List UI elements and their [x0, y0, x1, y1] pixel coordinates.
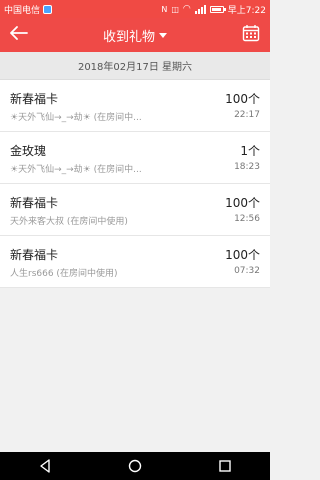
status-bar: 中国电信 N ◫ ◠ 早上7:22 — [0, 0, 270, 18]
date-label: 2018年02月17日 星期六 — [77, 62, 193, 73]
gift-count: 100个 — [225, 92, 260, 106]
nav-back-icon[interactable] — [36, 457, 54, 475]
signal-icon — [194, 4, 206, 14]
sender-label: ☀天外飞仙→_→劫☀ (在房间中... — [10, 113, 142, 123]
list-item[interactable]: 新春福卡 100个 ☀天外飞仙→_→劫☀ (在房间中... 22:17 — [0, 80, 270, 132]
gift-count: 100个 — [225, 248, 260, 262]
gift-name: 新春福卡 — [10, 92, 59, 106]
gift-name: 新春福卡 — [10, 248, 59, 262]
date-bar: 2018年02月17日 星期六 — [0, 52, 270, 80]
gift-list: 新春福卡 100个 ☀天外飞仙→_→劫☀ (在房间中... 22:17 金玫瑰 … — [0, 80, 270, 288]
gift-name: 金玫瑰 — [10, 144, 47, 158]
nfc-icon: N — [161, 4, 168, 14]
list-item[interactable]: 新春福卡 100个 天外来客大叔 (在房间中使用) 12:56 — [0, 184, 270, 236]
gift-time: 18:23 — [234, 162, 260, 172]
title-dropdown[interactable]: 收到礼物 — [103, 26, 167, 45]
nav-home-icon[interactable] — [126, 457, 144, 475]
back-arrow-icon[interactable] — [10, 26, 28, 44]
page-title: 收到礼物 — [102, 29, 155, 45]
list-item[interactable]: 新春福卡 100个 人生rs666 (在房间中使用) 07:32 — [0, 236, 270, 288]
vibrate-icon: ◫ — [171, 4, 179, 14]
chevron-down-icon — [159, 32, 167, 38]
status-left: 中国电信 — [4, 3, 53, 16]
calendar-icon[interactable] — [242, 24, 260, 46]
sender-label: 天外来客大叔 (在房间中使用) — [10, 217, 128, 227]
gift-count: 100个 — [225, 196, 260, 210]
sender-label: 人生rs666 (在房间中使用) — [10, 269, 118, 279]
gift-name: 新春福卡 — [10, 196, 59, 210]
sender-label: ☀天外飞仙→_→劫☀ (在房间中... — [10, 165, 142, 175]
gift-time: 22:17 — [234, 110, 260, 120]
gift-time: 07:32 — [234, 266, 260, 276]
system-nav-bar — [0, 452, 270, 480]
carrier-label: 中国电信 — [4, 5, 41, 16]
status-time: 早上7:22 — [227, 5, 266, 16]
gift-count: 1个 — [240, 144, 260, 158]
gift-time: 12:56 — [234, 214, 260, 224]
list-item[interactable]: 金玫瑰 1个 ☀天外飞仙→_→劫☀ (在房间中... 18:23 — [0, 132, 270, 184]
wifi-icon: ◠ — [182, 4, 191, 14]
status-right: N ◫ ◠ 早上7:22 — [161, 3, 266, 16]
carrier-badge-icon — [43, 4, 53, 14]
app-bar: 收到礼物 — [0, 18, 270, 52]
nav-recent-icon[interactable] — [216, 457, 234, 475]
battery-icon — [209, 5, 226, 13]
